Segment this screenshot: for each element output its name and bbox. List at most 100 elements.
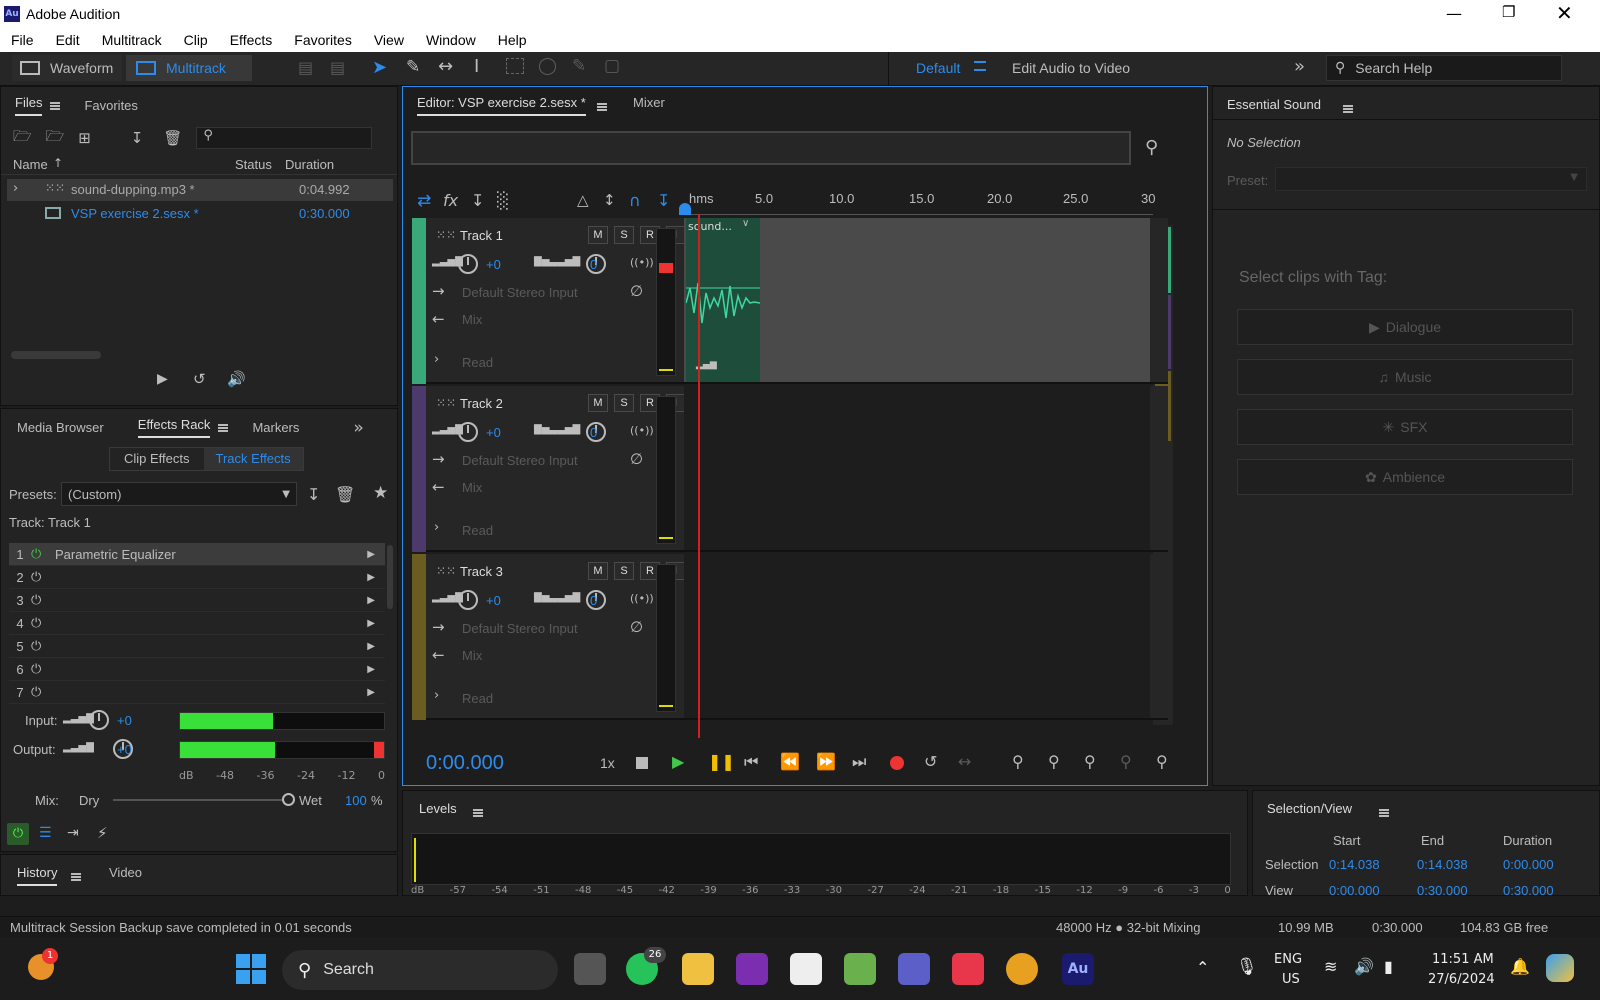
task-view-icon[interactable] — [574, 953, 606, 985]
zoom-in-amplitude-icon[interactable]: ⚲ — [1012, 752, 1024, 771]
slot-arrow-icon[interactable]: ▶ — [367, 618, 375, 629]
phase-invert-icon[interactable]: ∅ — [630, 282, 643, 300]
music-tag-button[interactable]: ♫ Music — [1237, 359, 1573, 395]
mute-button[interactable]: M — [588, 562, 608, 580]
effect-slot[interactable]: 4 ⏻ ▶ — [9, 612, 385, 635]
slip-tool-icon[interactable]: ↔ — [438, 56, 453, 77]
history-menu-icon[interactable] — [71, 872, 81, 881]
automation-mode-select[interactable]: Read — [462, 523, 493, 538]
menu-effects[interactable]: Effects — [230, 32, 273, 48]
spot-healing-tool-icon[interactable]: ▢ — [604, 56, 620, 76]
time-selection-tool-icon[interactable]: I — [474, 56, 479, 77]
metronome-icon[interactable]: △ — [577, 191, 589, 209]
track-drag-handle-icon[interactable]: ⁙⁙ — [436, 564, 456, 578]
apply-icon[interactable]: ⚡ — [97, 824, 108, 842]
pause-button[interactable]: ❚❚ — [708, 752, 735, 771]
expand-track-icon[interactable]: › — [434, 520, 439, 535]
start-button[interactable] — [236, 954, 266, 984]
effect-slot[interactable]: 6 ⏻ ▶ — [9, 658, 385, 681]
solo-button[interactable]: S — [614, 226, 634, 244]
menu-favorites[interactable]: Favorites — [294, 32, 352, 48]
selection-view-title[interactable]: Selection/View — [1267, 801, 1352, 816]
pitch-display-icon[interactable]: ▤ — [330, 58, 345, 77]
stop-button[interactable] — [636, 757, 648, 769]
slot-arrow-icon[interactable]: ▶ — [367, 572, 375, 583]
power-icon[interactable]: ⏻ — [31, 638, 49, 654]
file-row[interactable]: › ⁙⁙ sound-dupping.mp3 * 0:04.992 — [7, 179, 393, 201]
delete-preset-icon[interactable]: 🗑 — [335, 485, 355, 504]
waveform-view-button[interactable]: Waveform — [12, 55, 122, 81]
expand-icon[interactable]: › — [13, 181, 18, 196]
microphone-icon[interactable]: 🎙 — [1236, 957, 1258, 977]
search-help-input[interactable]: ⚲ Search Help — [1326, 55, 1562, 81]
fast-forward-button[interactable]: ⏩ — [816, 752, 836, 771]
slot-arrow-icon[interactable]: ▶ — [367, 664, 375, 675]
whatsapp-icon[interactable]: 26 — [626, 947, 666, 985]
view-end[interactable]: 0:30.000 — [1417, 883, 1468, 898]
preview-volume-icon[interactable]: 🔊 — [227, 370, 246, 388]
more-panels-icon[interactable]: » — [353, 418, 363, 438]
new-file-icon[interactable]: ⊞ — [78, 129, 91, 147]
dialogue-tag-button[interactable]: ▶ Dialogue — [1237, 309, 1573, 345]
menu-multitrack[interactable]: Multitrack — [102, 32, 162, 48]
column-status[interactable]: Status — [235, 157, 272, 172]
show-hidden-icons[interactable]: ⌃ — [1196, 958, 1209, 977]
track-lane[interactable] — [684, 554, 1150, 718]
creative-cloud-icon[interactable] — [952, 953, 984, 985]
tab-files[interactable]: Files — [15, 95, 43, 116]
slot-arrow-icon[interactable]: ▶ — [367, 687, 375, 698]
effect-slot[interactable]: 1 ⏻ Parametric Equalizer ▶ — [9, 543, 385, 566]
input-value[interactable]: +0 — [117, 713, 132, 728]
close-window-button[interactable]: ✕ — [1556, 1, 1573, 25]
teams-icon[interactable] — [898, 953, 930, 985]
input-knob[interactable] — [89, 710, 109, 730]
volume-value[interactable]: +0 — [486, 425, 501, 440]
meter-view-icon[interactable]: ░ — [497, 191, 509, 210]
clip-menu-icon[interactable]: ∨ — [742, 218, 749, 229]
slot-arrow-icon[interactable]: ▶ — [367, 549, 375, 560]
favorite-star-icon[interactable]: ★ — [373, 483, 388, 503]
timeline-ruler[interactable]: hms 5.0 10.0 15.0 20.0 25.0 30 — [683, 185, 1155, 215]
phase-invert-icon[interactable]: ∅ — [630, 450, 643, 468]
pre-post-fader-icon[interactable]: ⇥ — [67, 825, 79, 841]
effect-slot[interactable]: 5 ⏻ ▶ — [9, 635, 385, 658]
widgets-icon[interactable]: 1 — [28, 948, 58, 980]
track-name[interactable]: Track 1 — [460, 228, 503, 243]
track-effects-tab[interactable]: Track Effects — [203, 448, 303, 470]
tab-editor[interactable]: Editor: VSP exercise 2.sesx * — [417, 95, 586, 116]
zoom-in-time-icon[interactable]: ⚲ — [1084, 752, 1096, 771]
tab-mixer[interactable]: Mixer — [633, 95, 665, 110]
view-start[interactable]: 0:00.000 — [1329, 883, 1380, 898]
preset-dropdown[interactable]: ▼ — [1275, 167, 1587, 191]
editor-menu-icon[interactable] — [597, 102, 607, 111]
pan-value[interactable]: 0 — [590, 257, 597, 272]
file-explorer-icon[interactable] — [682, 953, 714, 985]
maximize-button[interactable]: ❐ — [1502, 3, 1515, 21]
pan-value[interactable]: 0 — [590, 425, 597, 440]
track-input-select[interactable]: Default Stereo Input — [462, 285, 578, 300]
open-file-icon[interactable]: 🗁 — [13, 126, 32, 151]
clock-date[interactable]: 27/6/2024 — [1428, 972, 1495, 987]
view-duration[interactable]: 0:30.000 — [1503, 883, 1554, 898]
automation-mode-select[interactable]: Read — [462, 355, 493, 370]
more-workspaces-icon[interactable]: » — [1294, 56, 1305, 77]
slot-arrow-icon[interactable]: ▶ — [367, 595, 375, 606]
volume-value[interactable]: +0 — [486, 257, 501, 272]
next-button[interactable]: ⏭ — [852, 752, 866, 772]
move-tool-icon[interactable]: ➤ — [372, 57, 387, 78]
tab-markers[interactable]: Markers — [252, 420, 299, 435]
column-duration[interactable]: Duration — [285, 157, 334, 172]
track-input-select[interactable]: Default Stereo Input — [462, 621, 578, 636]
input-output-icon[interactable]: ↧ — [471, 191, 484, 210]
files-search-input[interactable]: ⚲ — [196, 127, 373, 149]
menu-edit[interactable]: Edit — [56, 32, 80, 48]
lasso-tool-icon[interactable]: ◯ — [538, 56, 557, 76]
power-icon[interactable]: ⏻ — [31, 592, 49, 608]
track-drag-handle-icon[interactable]: ⁙⁙ — [436, 396, 456, 410]
expand-track-icon[interactable]: › — [434, 688, 439, 703]
power-icon[interactable]: ⏻ — [31, 661, 49, 677]
effects-menu-icon[interactable] — [218, 423, 229, 432]
tab-history[interactable]: History — [17, 865, 58, 886]
levels-menu-icon[interactable] — [473, 808, 483, 817]
tab-effects-rack[interactable]: Effects Rack — [137, 417, 211, 438]
